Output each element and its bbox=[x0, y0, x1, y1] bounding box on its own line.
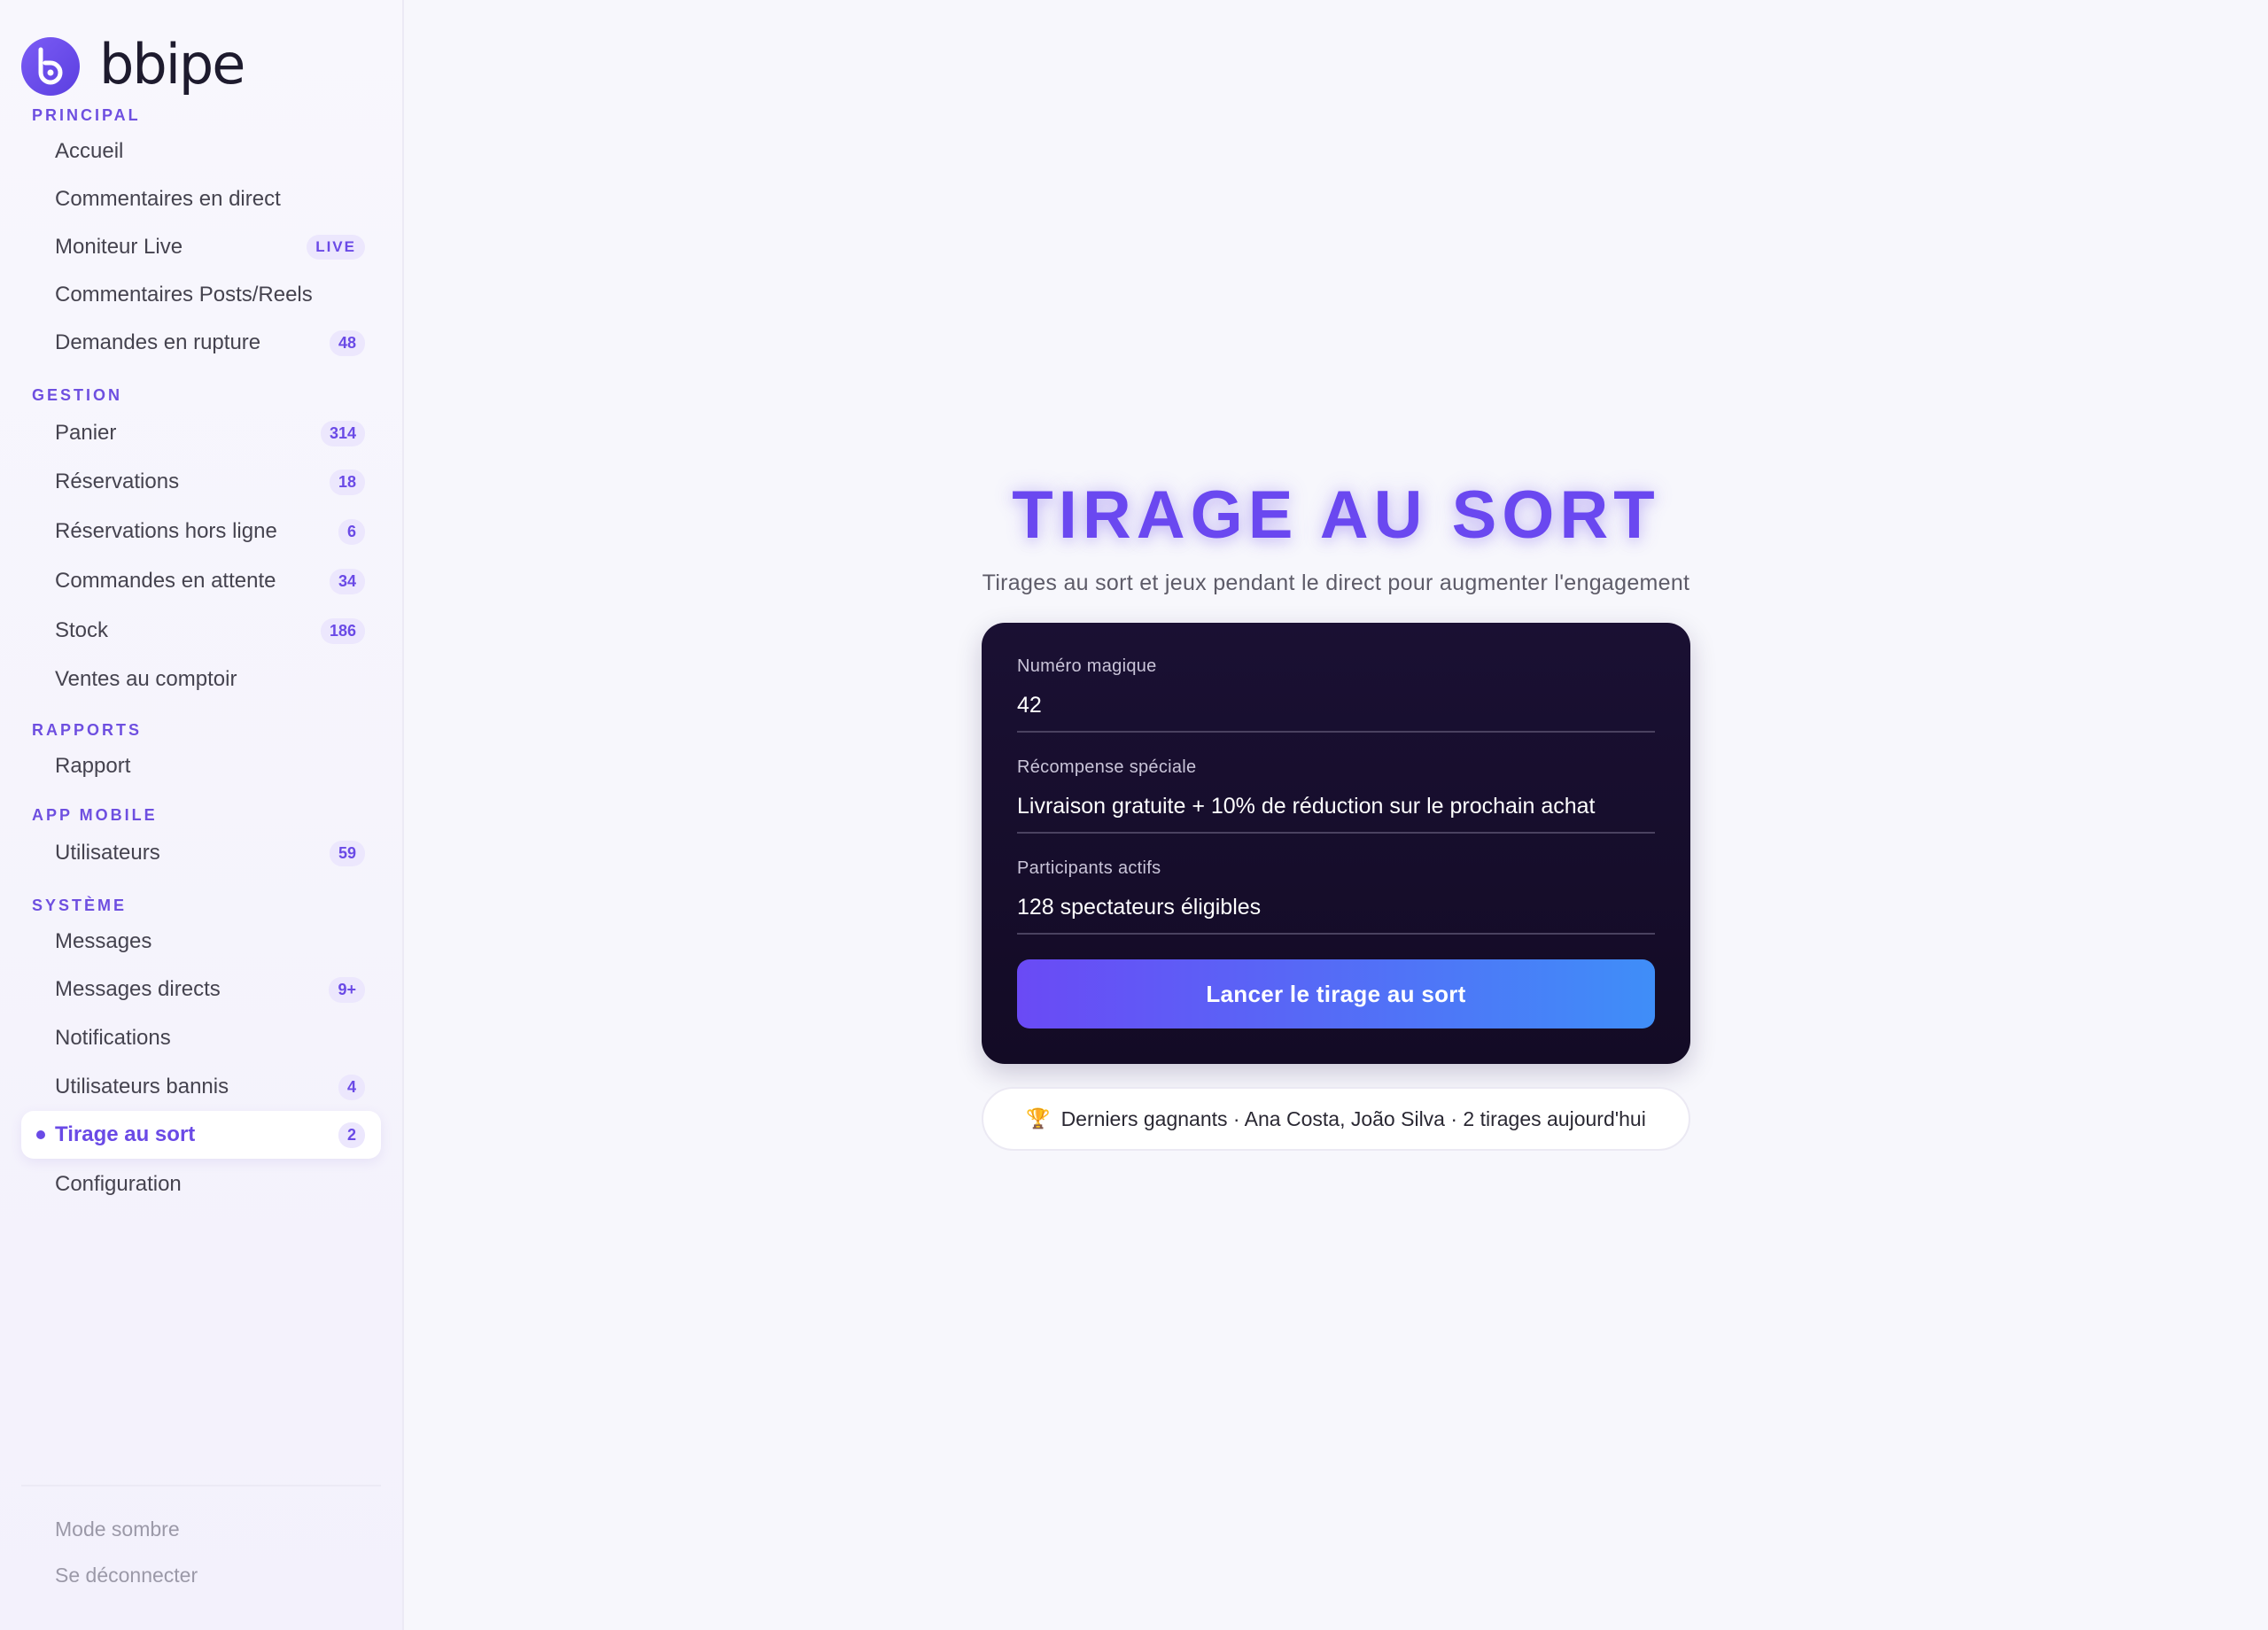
count-badge: 314 bbox=[320, 420, 365, 446]
sidebar-item-tirage-au-sort[interactable]: Tirage au sort 2 bbox=[21, 1111, 381, 1159]
sidebar: bbipe PRINCIPAL Accueil Commentaires en … bbox=[0, 0, 404, 1630]
field-label: Récompense spéciale bbox=[1017, 757, 1197, 777]
count-badge: 6 bbox=[338, 518, 365, 545]
draw-card: Numéro magique 42 Récompense spéciale Li… bbox=[982, 623, 1690, 1064]
count-badge: 59 bbox=[329, 840, 365, 866]
sidebar-item-reservations-hors-ligne[interactable]: Réservations hors ligne 6 bbox=[21, 507, 381, 556]
section-title-gestion: GESTION bbox=[32, 385, 123, 404]
field-label: Participants actifs bbox=[1017, 858, 1161, 878]
sidebar-item-label: Configuration bbox=[55, 1172, 182, 1196]
sidebar-item-label: Demandes en rupture bbox=[55, 330, 261, 354]
sidebar-nav: PRINCIPAL Accueil Commentaires en direct… bbox=[0, 103, 402, 1485]
special-reward-value: Livraison gratuite + 10% de réduction su… bbox=[1017, 794, 1596, 819]
sidebar-item-label: Tirage au sort bbox=[55, 1122, 196, 1146]
sidebar-item-notifications[interactable]: Notifications bbox=[21, 1013, 381, 1063]
magic-number-field[interactable]: Numéro magique 42 bbox=[1017, 656, 1655, 733]
sidebar-item-label: Réservations hors ligne bbox=[55, 519, 277, 543]
trophy-icon: 🏆 bbox=[1026, 1107, 1051, 1129]
count-badge: 34 bbox=[329, 568, 365, 594]
section-title-systeme: SYSTÈME bbox=[32, 896, 128, 914]
sidebar-item-panier[interactable]: Panier 314 bbox=[21, 409, 381, 457]
page-subtitle: Tirages au sort et jeux pendant le direc… bbox=[982, 570, 1690, 595]
sidebar-item-demandes-en-rupture[interactable]: Demandes en rupture 48 bbox=[21, 319, 381, 367]
count-badge: 4 bbox=[338, 1074, 365, 1100]
sidebar-item-label: Commentaires en direct bbox=[55, 187, 281, 211]
sidebar-item-commandes-en-attente[interactable]: Commandes en attente 34 bbox=[21, 556, 381, 606]
sidebar-item-label: Accueil bbox=[55, 139, 124, 163]
section-title-rapports: RAPPORTS bbox=[32, 720, 143, 739]
sidebar-item-label: Ventes au comptoir bbox=[55, 667, 237, 691]
sidebar-item-utilisateurs-bannis[interactable]: Utilisateurs bannis 4 bbox=[21, 1063, 381, 1111]
brand-logo-icon bbox=[21, 37, 80, 96]
last-winners-banner: 🏆 Derniers gagnants · Ana Costa, João Si… bbox=[982, 1087, 1690, 1151]
app-root: bbipe PRINCIPAL Accueil Commentaires en … bbox=[0, 0, 2268, 1630]
sidebar-item-messages-directs[interactable]: Messages directs 9+ bbox=[21, 966, 381, 1013]
dark-mode-toggle[interactable]: Mode sombre bbox=[21, 1506, 381, 1552]
sidebar-item-commentaires-posts-reels[interactable]: Commentaires Posts/Reels bbox=[21, 271, 381, 319]
sidebar-item-label: Panier bbox=[55, 421, 117, 445]
brand-logo[interactable]: bbipe bbox=[0, 0, 402, 103]
page-title: TIRAGE AU SORT bbox=[1012, 477, 1660, 553]
sidebar-item-label: Commentaires Posts/Reels bbox=[55, 283, 313, 307]
sidebar-item-label: Notifications bbox=[55, 1026, 171, 1050]
count-badge: 48 bbox=[329, 330, 365, 356]
sidebar-item-rapport[interactable]: Rapport bbox=[21, 742, 381, 790]
sidebar-item-label: Commandes en attente bbox=[55, 569, 276, 593]
sidebar-item-label: Utilisateurs bbox=[55, 841, 160, 865]
launch-draw-button[interactable]: Lancer le tirage au sort bbox=[1017, 959, 1655, 1028]
live-badge: LIVE bbox=[307, 235, 365, 260]
section-title-principal: PRINCIPAL bbox=[32, 105, 141, 124]
sidebar-item-moniteur-live[interactable]: Moniteur Live LIVE bbox=[21, 223, 381, 271]
sidebar-item-label: Utilisateurs bannis bbox=[55, 1075, 229, 1098]
sidebar-item-configuration[interactable]: Configuration bbox=[21, 1160, 381, 1208]
sidebar-item-commentaires-en-direct[interactable]: Commentaires en direct bbox=[21, 175, 381, 223]
active-participants-value: 128 spectateurs éligibles bbox=[1017, 895, 1262, 920]
sidebar-item-ventes-au-comptoir[interactable]: Ventes au comptoir bbox=[21, 656, 381, 703]
sidebar-item-stock[interactable]: Stock 186 bbox=[21, 606, 381, 656]
sidebar-item-utilisateurs[interactable]: Utilisateurs 59 bbox=[21, 829, 381, 877]
last-winners-text: Derniers gagnants · Ana Costa, João Silv… bbox=[1060, 1106, 1646, 1130]
sidebar-item-label: Stock bbox=[55, 618, 109, 642]
field-label: Numéro magique bbox=[1017, 656, 1157, 676]
sidebar-item-messages[interactable]: Messages bbox=[21, 918, 381, 966]
count-badge: 18 bbox=[329, 469, 365, 495]
sidebar-item-accueil[interactable]: Accueil bbox=[21, 128, 381, 175]
section-title-app-mobile: APP MOBILE bbox=[32, 805, 158, 824]
sidebar-item-label: Moniteur Live bbox=[55, 235, 183, 259]
active-indicator-icon bbox=[36, 1130, 45, 1139]
sidebar-item-label: Messages directs bbox=[55, 977, 221, 1001]
sidebar-item-label: Messages bbox=[55, 929, 152, 953]
sidebar-item-reservations[interactable]: Réservations 18 bbox=[21, 457, 381, 507]
main-content: TIRAGE AU SORT Tirages au sort et jeux p… bbox=[404, 0, 2268, 1630]
sidebar-item-label: Réservations bbox=[55, 470, 180, 493]
sidebar-item-label: Rapport bbox=[55, 754, 131, 778]
count-badge: 2 bbox=[338, 1122, 365, 1148]
sidebar-footer: Mode sombre Se déconnecter bbox=[21, 1485, 381, 1630]
special-reward-field[interactable]: Récompense spéciale Livraison gratuite +… bbox=[1017, 757, 1655, 834]
magic-number-value: 42 bbox=[1017, 693, 1042, 718]
count-badge: 186 bbox=[320, 617, 365, 644]
count-badge: 9+ bbox=[329, 976, 365, 1003]
brand-name: bbipe bbox=[99, 32, 245, 97]
active-participants-field[interactable]: Participants actifs 128 spectateurs élig… bbox=[1017, 858, 1655, 935]
logout-link[interactable]: Se déconnecter bbox=[21, 1552, 381, 1598]
